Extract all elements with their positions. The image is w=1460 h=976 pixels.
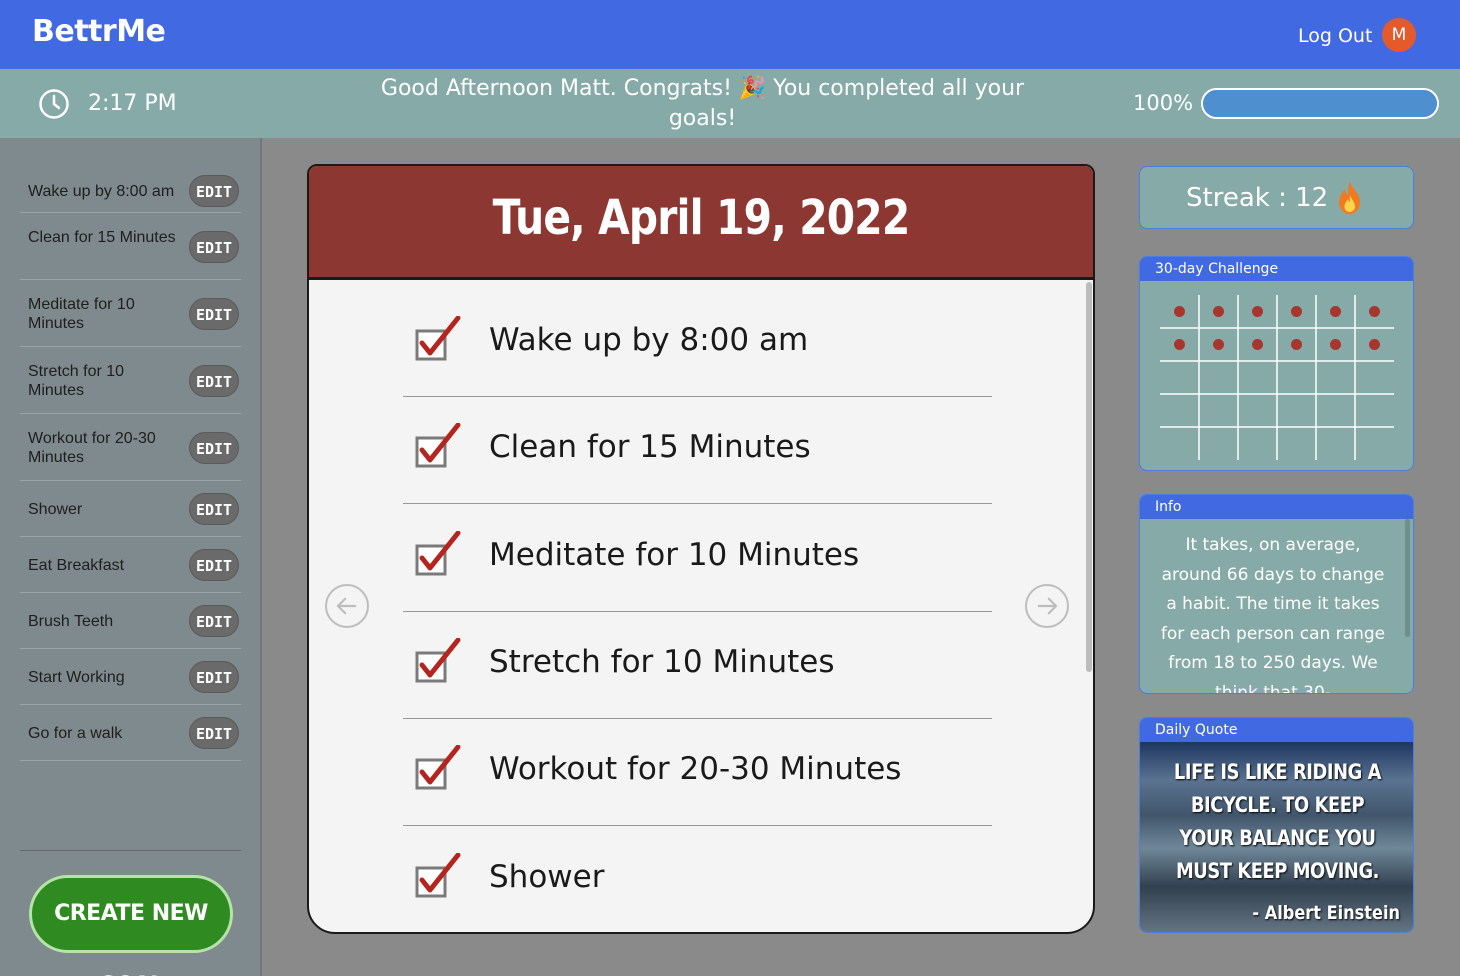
next-day-arrow-icon[interactable] [1025,584,1069,628]
challenge-title: 30-day Challenge [1140,257,1413,281]
sidebar-divider [20,850,241,851]
flame-icon [1339,182,1360,214]
quote-author: - Albert Einstein [1252,902,1400,924]
edit-goal-button[interactable]: EDIT [189,431,239,464]
day-card-header: Tue, April 19, 2022 [309,166,1093,280]
goal-label: Go for a walk [28,725,123,742]
edit-goal-button[interactable]: EDIT [189,549,239,581]
task-item: Stretch for 10 Minutes [403,612,992,719]
avatar[interactable]: M [1382,18,1416,52]
day-card-date: Tue, April 19, 2022 [492,190,911,246]
checkbox-checked-icon[interactable] [415,316,465,368]
logout-link[interactable]: Log Out [1298,25,1372,47]
edit-goal-button[interactable]: EDIT [189,364,239,397]
edit-goal-button[interactable]: EDIT [189,661,239,693]
greeting-message: Good Afternoon Matt. Congrats! 🎉 You com… [380,76,1025,131]
checkbox-checked-icon[interactable] [415,637,465,690]
streak-label: Streak : 12 [1186,183,1329,213]
edit-goal-button[interactable]: EDIT [189,230,239,263]
edit-goal-button[interactable]: EDIT [189,174,239,207]
task-item: Meditate for 10 Minutes [403,505,992,612]
checkbox-checked-icon[interactable] [415,852,465,905]
create-new-goal-button[interactable]: CREATE NEW GOAL [29,875,233,976]
progress-bar-fill [1203,90,1437,117]
goal-label: Eat Breakfast [28,557,125,574]
task-label: Workout for 20-30 Minutes [489,751,902,788]
challenge-day-marker [1252,306,1263,317]
goal-row: Eat Breakfast EDIT [20,537,241,593]
previous-day-arrow-icon[interactable] [325,584,369,628]
task-label: Meditate for 10 Minutes [489,536,860,573]
task-label: Stretch for 10 Minutes [489,643,835,680]
day-card: Tue, April 19, 2022 Wake up by 8:00 am Cl… [307,164,1095,934]
edit-goal-button[interactable]: EDIT [189,605,239,637]
challenge-day-marker [1369,306,1380,317]
challenge-panel: 30-day Challenge [1139,256,1414,471]
goal-row: Brush Teeth EDIT [20,593,241,649]
edit-goal-button[interactable]: EDIT [189,493,239,525]
top-navbar: BettrMe Log Out M [0,0,1460,69]
goal-label: Meditate for 10 Minutes [28,295,135,332]
task-item: Workout for 20-30 Minutes [403,719,992,827]
challenge-day-marker [1291,306,1302,317]
info-panel: Info It takes, on average, around 66 day… [1139,494,1414,694]
goal-row: Go for a walk EDIT [20,705,241,761]
challenge-day-marker [1252,339,1263,350]
status-bar: 2:17 PM Good Afternoon Matt. Congrats! 🎉… [0,69,1460,138]
goal-row: Wake up by 8:00 am EDIT [20,168,241,213]
goal-row: Start Working EDIT [20,649,241,705]
goal-label: Start Working [28,669,125,686]
checkbox-checked-icon[interactable] [415,530,465,583]
goal-row: Meditate for 10 Minutes EDIT [20,280,241,347]
edit-goal-button[interactable]: EDIT [189,297,239,330]
streak-badge: Streak : 12 [1139,166,1414,229]
task-item: Shower [403,827,992,933]
task-label: Clean for 15 Minutes [489,429,811,466]
challenge-day-marker [1291,339,1302,350]
brand-logo[interactable]: BettrMe [32,14,166,49]
quote-title: Daily Quote [1140,718,1413,742]
challenge-grid [1160,295,1394,460]
challenge-day-marker [1369,339,1380,350]
quote-image: Life is like riding a bicycle. To keep y… [1140,742,1413,932]
goal-label: Stretch for 10 Minutes [28,362,125,399]
quote-panel: Daily Quote Life is like riding a bicycl… [1139,717,1414,933]
info-text: It takes, on average, around 66 days to … [1160,535,1386,694]
current-time: 2:17 PM [88,91,177,116]
goal-row: Shower EDIT [20,481,241,537]
progress-percent: 100% [1133,91,1194,115]
goals-sidebar: Wake up by 8:00 am EDIT Clean for 15 Minut… [0,138,262,976]
challenge-day-marker [1330,339,1341,350]
checkbox-checked-icon[interactable] [415,423,465,475]
task-label: Shower [489,858,605,895]
progress-bar [1201,88,1439,119]
challenge-day-marker [1174,306,1185,317]
challenge-day-marker [1213,339,1224,350]
task-item: Wake up by 8:00 am [403,290,992,397]
goal-row: Clean for 15 Minutes EDIT [20,213,241,280]
challenge-day-marker [1330,306,1341,317]
challenge-day-marker [1174,339,1185,350]
goal-row: Stretch for 10 Minutes EDIT [20,347,241,414]
goal-row: Workout for 20-30 Minutes EDIT [20,414,241,481]
goal-label: Workout for 20-30 Minutes [28,429,156,466]
goal-label: Clean for 15 Minutes [28,228,176,246]
info-scrollbar[interactable] [1405,519,1410,637]
edit-goal-button[interactable]: EDIT [189,717,239,749]
task-item: Clean for 15 Minutes [403,397,992,505]
info-title: Info [1140,495,1413,519]
goal-label: Shower [28,501,83,518]
quote-text: Life is like riding a bicycle. To keep y… [1173,760,1382,883]
goal-label: Wake up by 8:00 am [28,182,175,200]
task-list-scrollbar[interactable] [1086,282,1092,672]
task-label: Wake up by 8:00 am [489,322,809,358]
clock-icon [39,89,69,119]
goal-label: Brush Teeth [28,613,114,630]
checkbox-checked-icon[interactable] [415,745,465,797]
challenge-day-marker [1213,306,1224,317]
